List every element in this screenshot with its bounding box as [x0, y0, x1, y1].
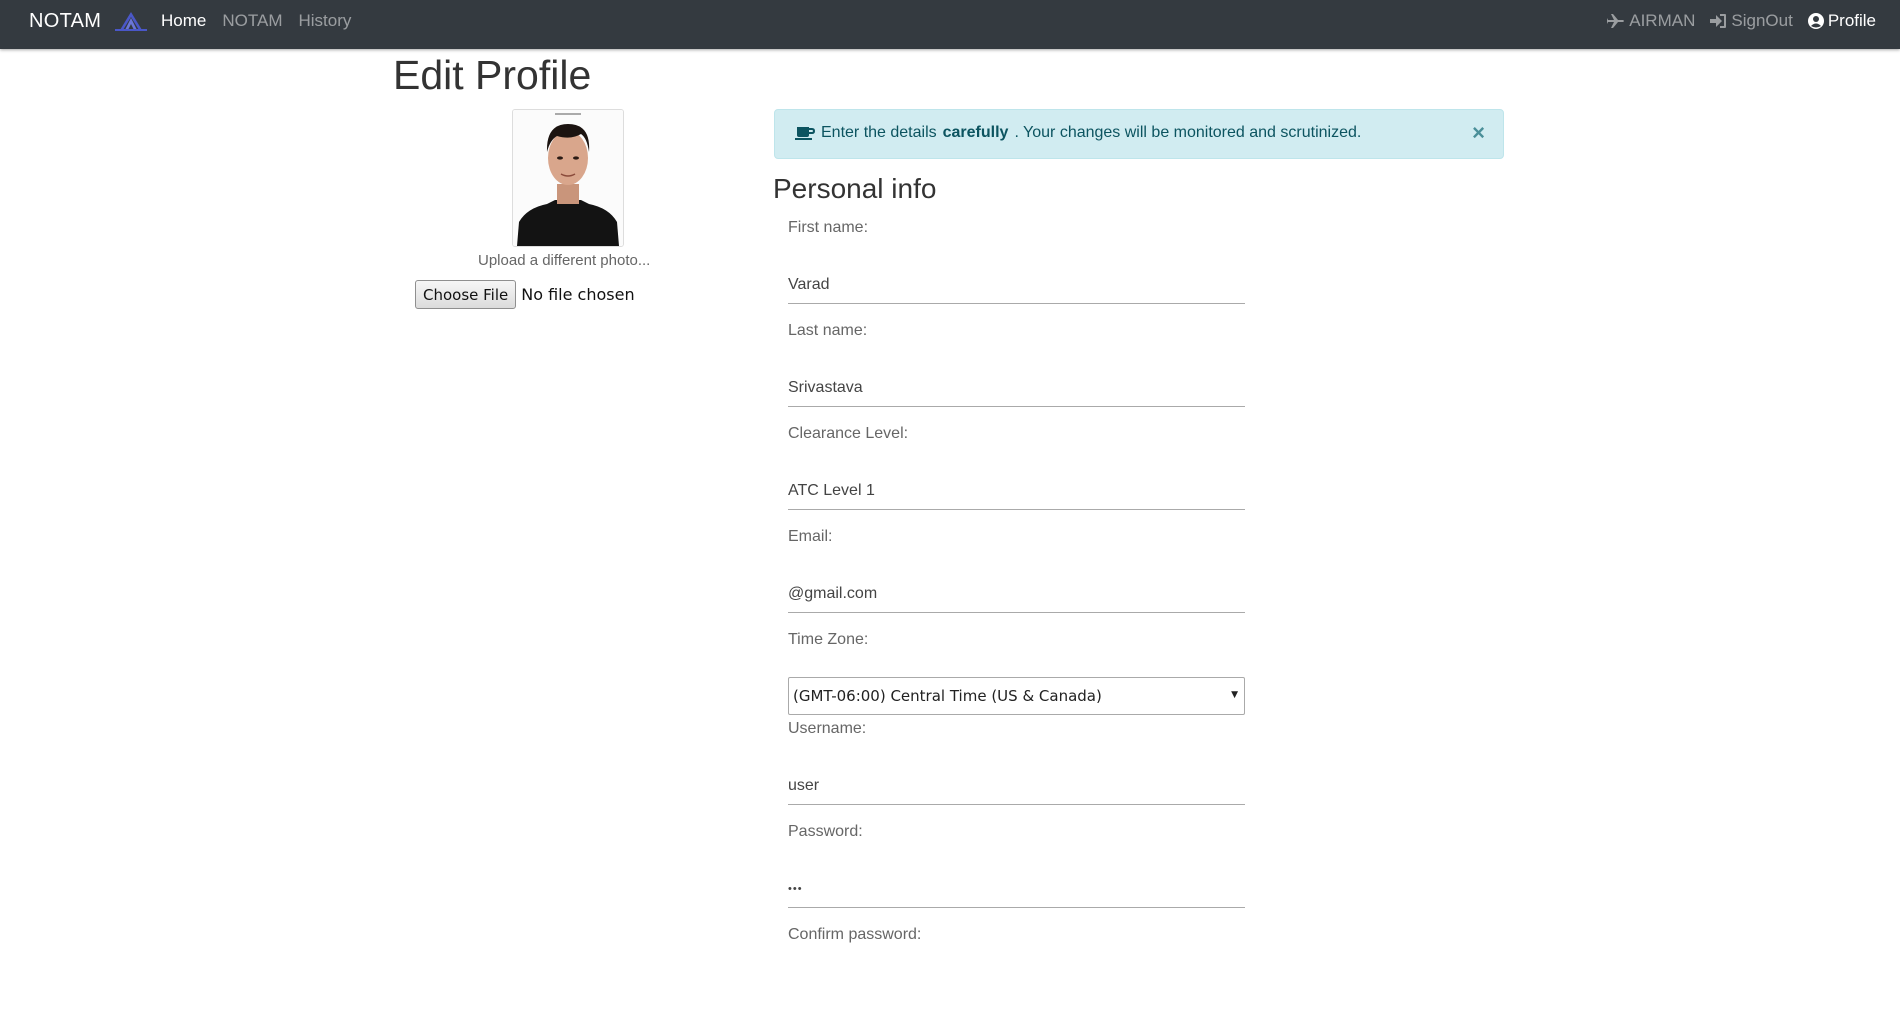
password-field[interactable]: [788, 871, 1245, 908]
primary-nav: Home NOTAM History: [161, 11, 351, 31]
last-name-group: Last name:: [788, 319, 1245, 422]
profile-photo: [513, 110, 623, 246]
nav-signout-label: SignOut: [1731, 11, 1793, 30]
nav-profile[interactable]: Profile: [1807, 11, 1876, 31]
nav-airman-label: AIRMAN: [1629, 11, 1696, 30]
last-name-field[interactable]: [788, 370, 1245, 407]
timezone-select[interactable]: (GMT-06:00) Central Time (US & Canada) ▼: [788, 677, 1245, 715]
timezone-selected-value: (GMT-06:00) Central Time (US & Canada): [793, 687, 1102, 705]
file-status-text: No file chosen: [521, 285, 635, 304]
brand-link[interactable]: NOTAM: [29, 10, 101, 33]
nav-airman[interactable]: AIRMAN: [1607, 11, 1695, 31]
nav-profile-label: Profile: [1827, 11, 1876, 30]
confirm-password-group: Confirm password:: [788, 923, 1245, 1026]
alert-prefix: Enter the details: [821, 124, 937, 141]
username-group: Username:: [788, 717, 1245, 820]
plane-icon: [1607, 14, 1625, 28]
first-name-label: First name:: [788, 219, 869, 236]
airport-logo-icon[interactable]: [114, 10, 148, 34]
account-nav: AIRMAN SignOut Profile: [1607, 11, 1876, 31]
profile-form: First name: Last name: Clearance Level: …: [788, 216, 1245, 1026]
email-group: Email:: [788, 525, 1245, 628]
timezone-group: Time Zone: (GMT-06:00) Central Time (US …: [788, 628, 1245, 717]
alert-emphasis: carefully: [942, 124, 1009, 141]
first-name-field[interactable]: [788, 267, 1245, 304]
last-name-label: Last name:: [788, 322, 868, 339]
sign-in-icon: [1710, 14, 1727, 28]
username-label: Username:: [788, 720, 867, 737]
choose-file-button[interactable]: Choose File: [415, 280, 517, 309]
username-field[interactable]: [788, 768, 1245, 805]
nav-home[interactable]: Home: [161, 11, 206, 31]
user-circle-icon: [1807, 13, 1824, 29]
clearance-group: Clearance Level:: [788, 422, 1245, 525]
timezone-label: Time Zone:: [788, 631, 869, 648]
email-label: Email:: [788, 528, 833, 545]
password-group: Password:: [788, 820, 1245, 923]
confirm-password-label: Confirm password:: [788, 926, 922, 943]
top-navbar: NOTAM Home NOTAM History AIRMAN SignOut: [0, 0, 1900, 49]
password-label: Password:: [788, 823, 863, 840]
chevron-down-icon: ▼: [1231, 690, 1238, 700]
file-input: Choose File No file chosen: [415, 280, 635, 309]
clearance-label: Clearance Level:: [788, 425, 909, 442]
clearance-field[interactable]: [788, 473, 1245, 510]
email-field[interactable]: [788, 576, 1245, 613]
alert-message: Enter the details carefully . Your chang…: [795, 124, 1361, 142]
upload-photo-label: Upload a different photo...: [478, 252, 651, 269]
avatar: [512, 109, 624, 247]
first-name-group: First name:: [788, 216, 1245, 319]
section-title: Personal info: [773, 173, 937, 204]
page-title: Edit Profile: [393, 52, 592, 98]
info-alert: Enter the details carefully . Your chang…: [774, 109, 1504, 159]
alert-suffix: . Your changes will be monitored and scr…: [1014, 124, 1362, 141]
nav-history[interactable]: History: [298, 11, 351, 31]
nav-signout[interactable]: SignOut: [1710, 11, 1793, 31]
coffee-icon: [795, 127, 815, 140]
close-icon[interactable]: ×: [1472, 120, 1485, 146]
nav-notam[interactable]: NOTAM: [222, 11, 282, 31]
